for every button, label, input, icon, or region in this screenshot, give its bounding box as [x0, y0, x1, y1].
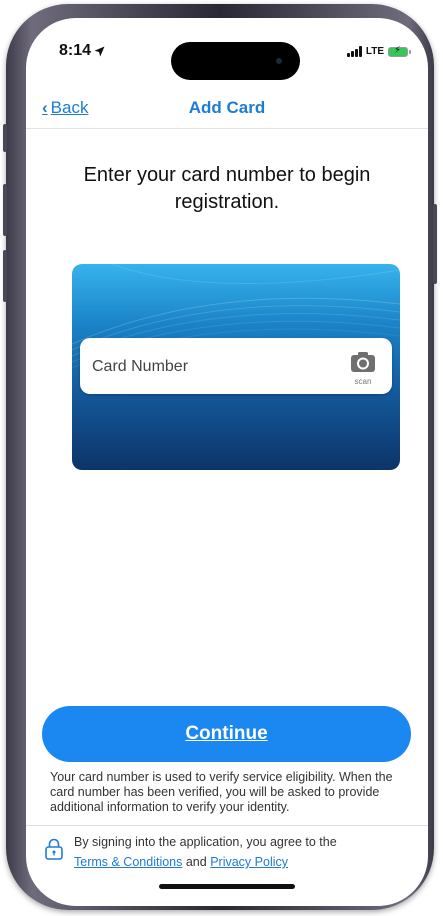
screen: 8:14 LTE ⚡ ‹ Back Add Card Enter your ca… — [26, 18, 428, 906]
charging-bolt-icon: ⚡ — [394, 44, 402, 56]
eligibility-info-text: Your card number is used to verify servi… — [50, 770, 393, 814]
scan-label: scan — [354, 377, 372, 386]
side-button — [433, 204, 437, 284]
card-number-input[interactable] — [90, 354, 334, 380]
navigation-bar: ‹ Back Add Card — [26, 86, 428, 129]
card-number-field[interactable]: scan — [80, 338, 392, 394]
location-arrow-icon — [94, 46, 105, 56]
home-indicator[interactable] — [159, 884, 295, 889]
terms-link[interactable]: Terms & Conditions — [74, 855, 182, 869]
cellular-signal-icon — [346, 46, 362, 57]
camera-dot — [276, 58, 282, 64]
continue-button[interactable]: Continue — [42, 706, 411, 762]
network-type-label: LTE — [365, 46, 384, 57]
instruction-heading: Enter your card number to begin registra… — [83, 164, 371, 213]
legal-and: and — [185, 855, 207, 869]
camera-icon — [351, 352, 375, 372]
card-graphic: scan — [72, 264, 400, 470]
action-button — [3, 124, 7, 152]
divider — [26, 825, 428, 826]
scan-button[interactable]: scan — [348, 350, 378, 386]
dynamic-island — [171, 42, 300, 80]
battery-charging-icon: ⚡ — [388, 44, 411, 57]
status-indicators: LTE ⚡ — [346, 44, 411, 57]
phone-frame: 8:14 LTE ⚡ ‹ Back Add Card Enter your ca… — [3, 4, 437, 910]
volume-down-button — [3, 250, 7, 302]
privacy-policy-link[interactable]: Privacy Policy — [210, 855, 288, 869]
status-time: 8:14 — [59, 42, 105, 60]
status-bar: 8:14 LTE ⚡ — [26, 18, 428, 86]
lock-icon — [45, 838, 63, 860]
page-title: Add Card — [188, 98, 266, 117]
legal-text: By signing into the application, you agr… — [74, 832, 414, 872]
time-label: 8:14 — [59, 42, 92, 59]
legal-notice: By signing into the application, you agr… — [44, 832, 414, 872]
volume-up-button — [3, 184, 7, 236]
legal-prefix: By signing into the application, you agr… — [74, 835, 337, 849]
